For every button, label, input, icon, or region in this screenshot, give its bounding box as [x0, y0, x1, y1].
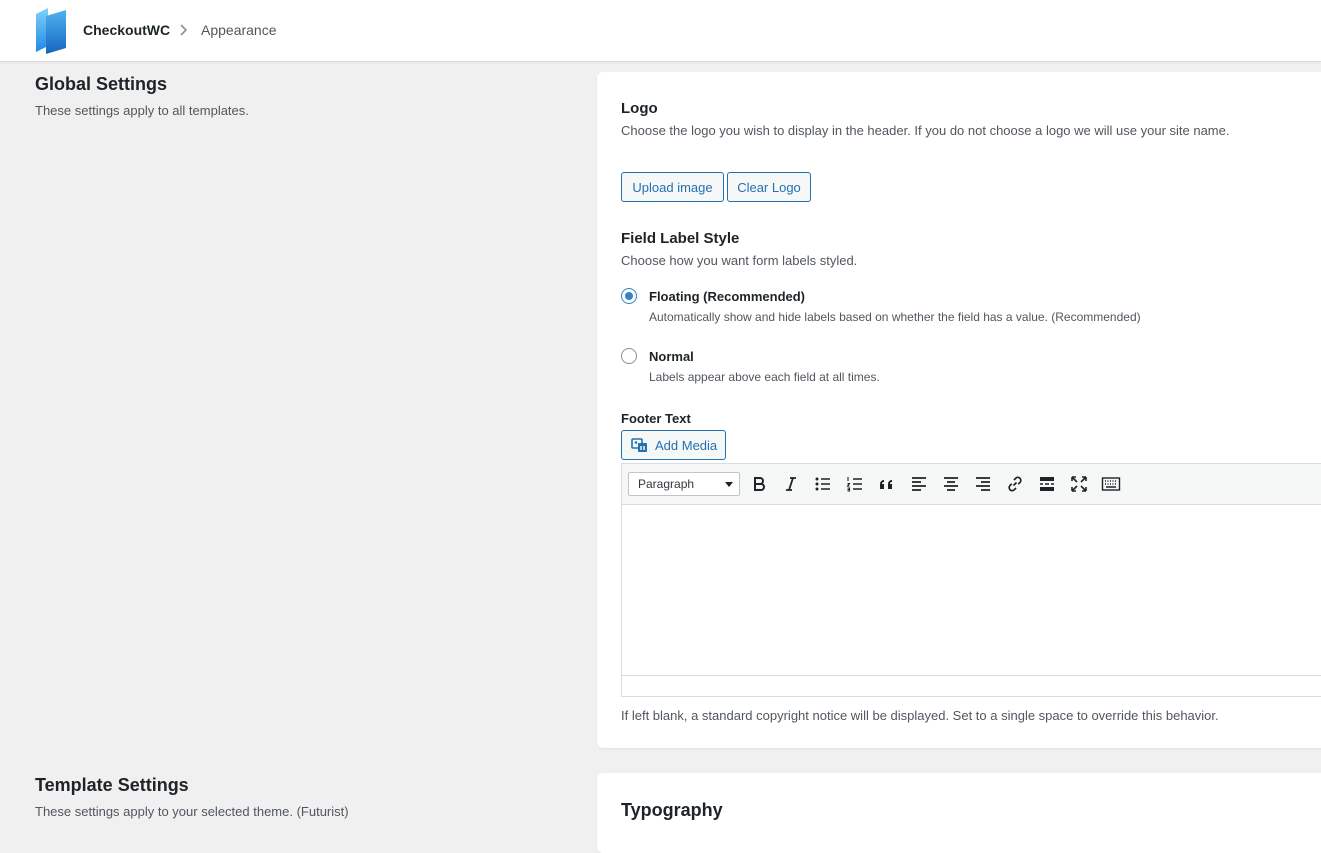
template-settings-description: These settings apply to your selected th…: [35, 804, 349, 819]
add-media-label: Add Media: [655, 437, 718, 453]
align-center-icon[interactable]: [939, 472, 963, 496]
global-settings-description: These settings apply to all templates.: [35, 103, 249, 118]
editor-content-area[interactable]: [622, 505, 1321, 675]
floating-option-description: Automatically show and hide labels based…: [649, 310, 1141, 324]
normal-radio[interactable]: [621, 348, 637, 364]
add-media-button[interactable]: Add Media: [621, 430, 726, 460]
global-settings-title: Global Settings: [35, 74, 168, 94]
toolbar-toggle-icon[interactable]: [1099, 472, 1123, 496]
chevron-down-icon: [725, 482, 733, 487]
bullet-list-icon[interactable]: [811, 472, 835, 496]
format-select-value: Paragraph: [638, 477, 695, 491]
blockquote-icon[interactable]: [875, 472, 899, 496]
template-settings-title: Template Settings: [35, 775, 189, 795]
logo-title: Logo: [621, 100, 658, 117]
footer-text-help: If left blank, a standard copyright noti…: [621, 708, 1219, 723]
checkoutwc-logo-icon[interactable]: [34, 6, 68, 54]
field-label-style-description: Choose how you want form labels styled.: [621, 253, 858, 268]
floating-radio[interactable]: [621, 288, 637, 304]
clear-logo-button[interactable]: Clear Logo: [727, 172, 811, 202]
fullscreen-icon[interactable]: [1067, 472, 1091, 496]
field-label-style-title: Field Label Style: [621, 230, 740, 247]
link-icon[interactable]: [1003, 472, 1027, 496]
italic-icon[interactable]: [779, 472, 803, 496]
normal-option-label[interactable]: Normal: [649, 349, 694, 364]
top-bar: CheckoutWC Appearance: [0, 0, 1321, 62]
numbered-list-icon[interactable]: [843, 472, 867, 496]
breadcrumb-current: Appearance: [201, 22, 277, 38]
footer-text-label: Footer Text: [621, 411, 691, 426]
format-select[interactable]: Paragraph: [628, 472, 740, 496]
typography-title: Typography: [621, 800, 723, 820]
global-settings-card: Logo Choose the logo you wish to display…: [597, 72, 1321, 748]
upload-image-button[interactable]: Upload image: [621, 172, 724, 202]
floating-option-label[interactable]: Floating (Recommended): [649, 289, 805, 304]
editor-status-bar: [622, 675, 1321, 696]
align-left-icon[interactable]: [907, 472, 931, 496]
logo-description: Choose the logo you wish to display in t…: [621, 123, 1230, 138]
brand-name[interactable]: CheckoutWC: [83, 22, 170, 38]
normal-option-description: Labels appear above each field at all ti…: [649, 370, 880, 384]
align-right-icon[interactable]: [971, 472, 995, 496]
chevron-right-icon: [180, 24, 188, 36]
add-media-icon: [631, 438, 647, 452]
read-more-icon[interactable]: [1035, 472, 1059, 496]
bold-icon[interactable]: [747, 472, 771, 496]
template-settings-card: Typography: [597, 773, 1321, 853]
editor-toolbar: Paragraph: [622, 464, 1321, 505]
footer-text-editor[interactable]: Paragraph: [621, 463, 1321, 697]
